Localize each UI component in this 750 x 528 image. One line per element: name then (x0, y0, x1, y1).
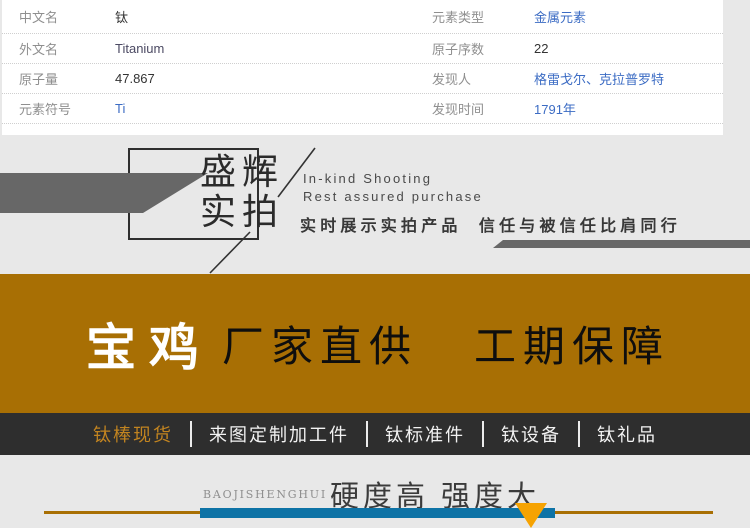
divider (482, 421, 484, 447)
orange-triangle-marker (515, 503, 547, 528)
brand-line-1: 盛辉 (158, 152, 284, 192)
divider (190, 421, 192, 447)
brand-line-2: 实拍 (158, 192, 284, 232)
brand-name-english: BAOJISHENGHUI (203, 488, 327, 501)
brand-name: 盛辉 实拍 (158, 152, 278, 232)
category-item-custom-machining[interactable]: 来图定制加工件 (209, 421, 349, 447)
field-label: 元素类型 (432, 7, 534, 26)
category-item-gifts[interactable]: 钛礼品 (597, 421, 657, 447)
gray-band-right (493, 240, 750, 248)
divider (366, 421, 368, 447)
banner-city: 宝鸡 (86, 308, 212, 380)
blue-accent-bar (200, 508, 555, 518)
divider (578, 421, 580, 447)
field-value: 47.867 (115, 71, 432, 86)
category-item-equipment[interactable]: 钛设备 (501, 421, 561, 447)
promo-banner: 宝鸡 厂家直供 工期保障 (0, 274, 750, 413)
category-item-standard-parts[interactable]: 钛标准件 (385, 421, 465, 447)
field-value: 钛 (115, 7, 432, 26)
bottom-strip: BAOJISHENGHUI 硬度高 强度大 (0, 455, 750, 528)
field-label: 原子量 (2, 69, 115, 88)
field-label: 发现人 (432, 69, 534, 88)
category-item-titanium-rod[interactable]: 钛棒现货 (93, 421, 173, 447)
field-label: 发现时间 (432, 99, 534, 118)
table-row: 元素符号 Ti 发现时间 1791年 (2, 94, 723, 124)
banner-slogan-2: 工期保障 (474, 313, 670, 374)
shoot-en-line1: In-kind Shooting (303, 170, 483, 188)
field-value-link[interactable]: 格雷戈尔、克拉普罗特 (534, 69, 723, 88)
table-row: 原子量 47.867 发现人 格雷戈尔、克拉普罗特 (2, 64, 723, 94)
field-label: 原子序数 (432, 39, 534, 58)
field-value-link[interactable]: 金属元素 (534, 7, 723, 26)
shoot-section: 盛辉 实拍 In-kind Shooting Rest assured purc… (0, 135, 750, 274)
field-value-link[interactable]: 1791年 (534, 99, 723, 118)
element-info-table: 中文名 钛 元素类型 金属元素 外文名 Titanium 原子序数 22 原子量… (2, 0, 723, 135)
shoot-en-line2: Rest assured purchase (303, 188, 483, 206)
field-label: 元素符号 (2, 99, 115, 118)
shoot-english-text: In-kind Shooting Rest assured purchase (303, 170, 483, 205)
table-row: 外文名 Titanium 原子序数 22 (2, 34, 723, 64)
field-value: Titanium (115, 41, 432, 56)
field-value: 22 (534, 41, 723, 56)
accent-line-right (555, 511, 713, 514)
page: 中文名 钛 元素类型 金属元素 外文名 Titanium 原子序数 22 原子量… (0, 0, 750, 528)
banner-slogan-1: 厂家直供 (222, 313, 418, 374)
table-row: 中文名 钛 元素类型 金属元素 (2, 0, 723, 34)
field-label: 中文名 (2, 7, 115, 26)
field-label: 外文名 (2, 39, 115, 58)
shoot-tagline: 实时展示实拍产品 信任与被信任比肩同行 (300, 212, 681, 236)
accent-line-left (44, 511, 200, 514)
field-value-link[interactable]: Ti (115, 101, 432, 116)
category-bar: 钛棒现货 来图定制加工件 钛标准件 钛设备 钛礼品 (0, 413, 750, 455)
